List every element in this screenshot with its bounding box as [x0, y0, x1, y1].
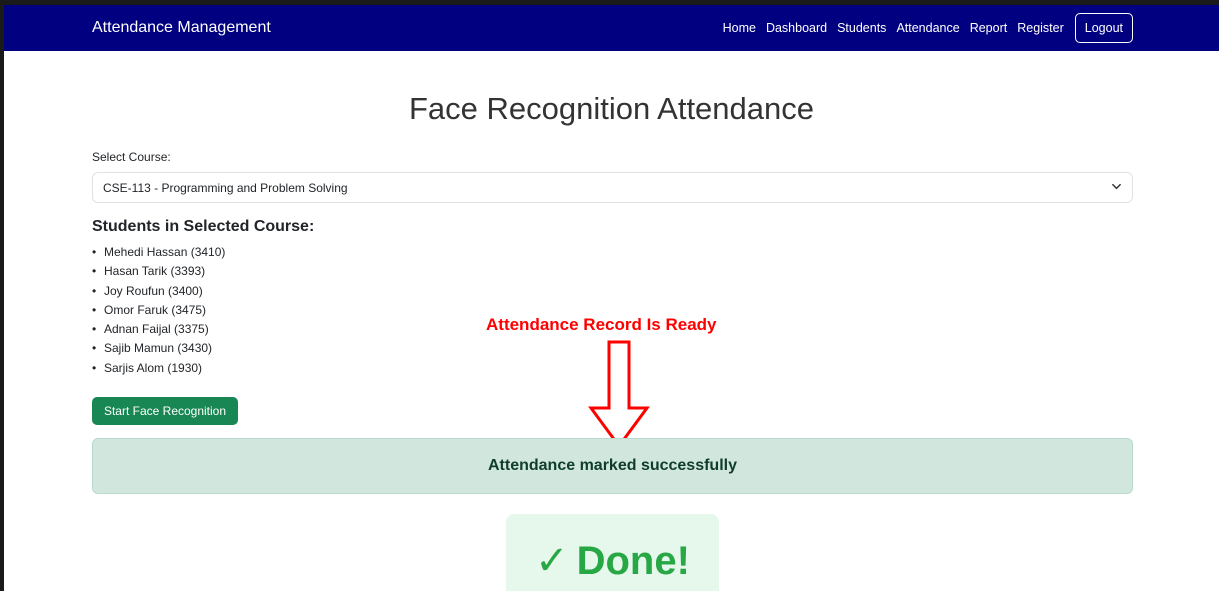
navbar: Attendance Management Home Dashboard Stu… — [4, 5, 1219, 51]
course-select[interactable]: CSE-113 - Programming and Problem Solvin… — [92, 172, 1133, 203]
list-item: Sarjis Alom (1930) — [92, 359, 225, 379]
start-face-recognition-button[interactable]: Start Face Recognition — [92, 397, 238, 425]
list-item: Adnan Faijal (3375) — [92, 320, 225, 340]
student-list: Mehedi Hassan (3410) Hasan Tarik (3393) … — [92, 243, 225, 379]
done-label: Done! — [576, 539, 690, 583]
nav-link-students[interactable]: Students — [832, 13, 891, 43]
nav-link-report[interactable]: Report — [965, 13, 1013, 43]
down-arrow-icon — [588, 340, 650, 449]
nav-link-home[interactable]: Home — [718, 13, 761, 43]
list-item: Hasan Tarik (3393) — [92, 262, 225, 282]
nav-link-register[interactable]: Register — [1012, 13, 1069, 43]
chevron-down-icon — [1111, 181, 1122, 195]
window-frame-left — [0, 0, 4, 591]
nav-links: Home Dashboard Students Attendance Repor… — [718, 13, 1133, 43]
done-card: ✓ Done! — [506, 514, 719, 591]
success-alert: Attendance marked successfully — [92, 438, 1133, 494]
nav-link-dashboard[interactable]: Dashboard — [761, 13, 832, 43]
list-item: Sajib Mamun (3430) — [92, 339, 225, 359]
students-heading: Students in Selected Course: — [92, 218, 315, 235]
checkmark-icon: ✓ — [535, 539, 569, 583]
course-select-value: CSE-113 - Programming and Problem Solvin… — [103, 180, 348, 195]
list-item: Mehedi Hassan (3410) — [92, 243, 225, 263]
done-message: ✓ Done! — [535, 538, 690, 584]
list-item: Omor Faruk (3475) — [92, 301, 225, 321]
logout-button[interactable]: Logout — [1074, 13, 1133, 43]
navbar-brand[interactable]: Attendance Management — [92, 19, 271, 37]
course-select-label: Select Course: — [92, 150, 171, 164]
nav-link-attendance[interactable]: Attendance — [891, 13, 964, 43]
list-item: Joy Roufun (3400) — [92, 282, 225, 302]
annotation-label: Attendance Record Is Ready — [486, 315, 717, 334]
page-title: Face Recognition Attendance — [409, 91, 814, 126]
